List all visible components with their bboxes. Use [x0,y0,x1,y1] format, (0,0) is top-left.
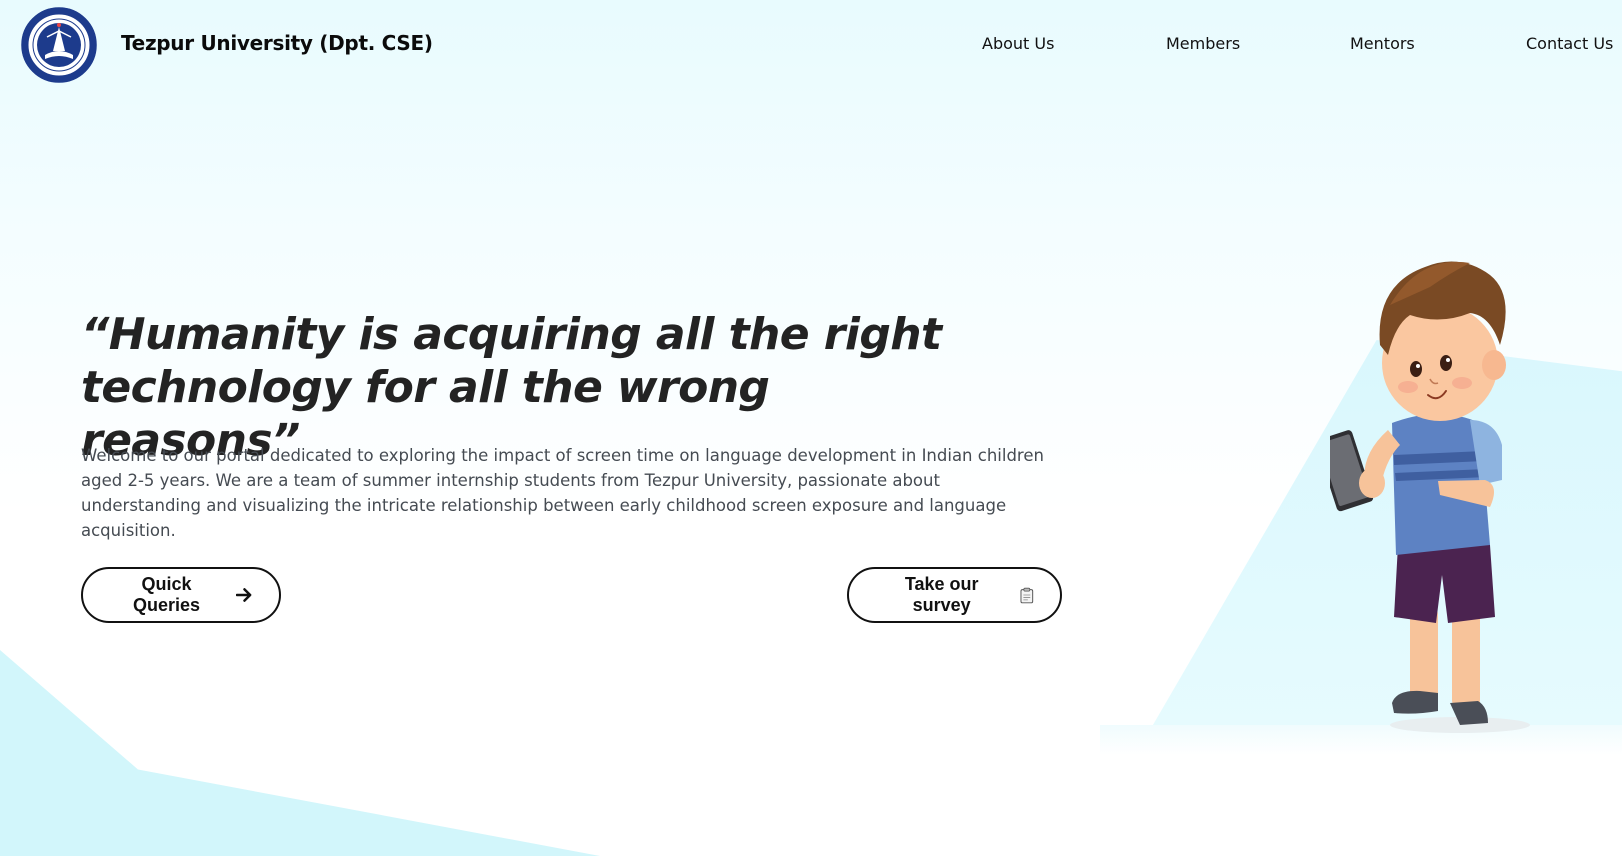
nav-about-us[interactable]: About Us [982,34,1054,53]
nav-mentors[interactable]: Mentors [1350,34,1415,53]
hero-description: Welcome to our portal dedicated to explo… [81,446,1044,540]
clipboard-icon [1020,587,1034,603]
background-shape-left [0,650,600,856]
nav-members[interactable]: Members [1166,34,1240,53]
arrow-right-icon [236,588,252,602]
quick-queries-label: Quick Queries [132,574,201,615]
take-survey-label: Take our survey [904,574,979,615]
brand-name[interactable]: Tezpur University (Dpt. CSE) [121,31,433,55]
nav-contact-us[interactable]: Contact Us [1526,34,1613,53]
boy-with-tablet-illustration [1330,261,1530,733]
university-logo[interactable] [21,7,97,83]
site-header: Tezpur University (Dpt. CSE) About Us Me… [0,0,1622,88]
take-survey-button[interactable]: Take our survey [847,567,1062,623]
quick-queries-button[interactable]: Quick Queries [81,567,281,623]
